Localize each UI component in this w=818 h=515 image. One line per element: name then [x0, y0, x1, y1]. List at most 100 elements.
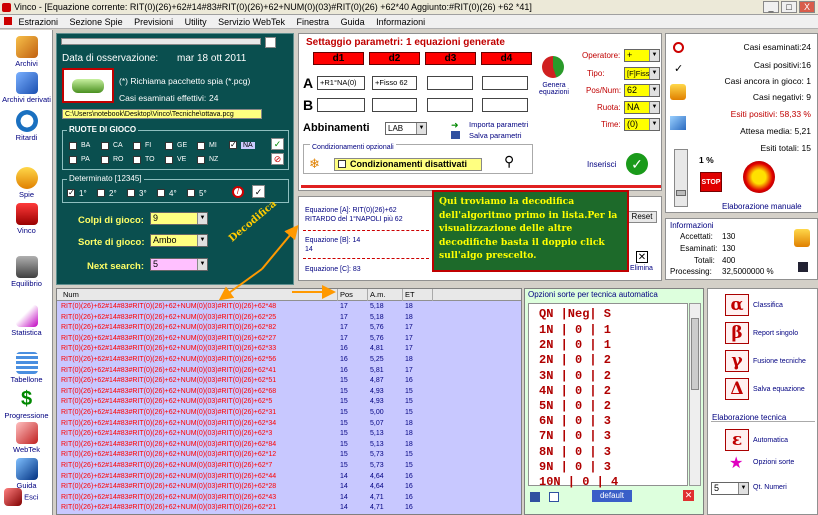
slider-thumb[interactable]: [676, 190, 686, 196]
checkbox-det-3[interactable]: [127, 189, 135, 197]
inserisci-button[interactable]: ✓: [626, 153, 648, 175]
sidebar-item-webtek[interactable]: WebTek: [0, 422, 53, 454]
sorte-row[interactable]: 2N | 0 | 1: [539, 338, 611, 352]
reset-button[interactable]: Reset: [627, 211, 657, 223]
stop-button[interactable]: STOP: [700, 172, 722, 192]
salva-link[interactable]: Salva parametri: [469, 131, 522, 140]
sorte-row[interactable]: 9N | 0 | 3: [539, 460, 611, 474]
menu-utility[interactable]: Utility: [185, 17, 207, 27]
ruota-select[interactable]: NA ▼: [624, 101, 660, 114]
sidebar-item-tabellone[interactable]: Tabellone: [0, 352, 53, 384]
sidebar-item-progressione[interactable]: $ Progressione: [0, 388, 53, 420]
save-icon[interactable]: [530, 492, 540, 502]
table-row[interactable]: RIT(0)(26)+62#14#83#RIT(0)(26)+62+NUM(0)…: [57, 387, 521, 398]
sorte-row[interactable]: 6N | 0 | 3: [539, 414, 611, 428]
table-row[interactable]: RIT(0)(26)+62#14#83#RIT(0)(26)+62+NUM(0)…: [57, 408, 521, 419]
stop-icon[interactable]: [673, 42, 684, 53]
col-am[interactable]: A.m.: [367, 289, 402, 301]
sorte-scrollbar[interactable]: [689, 303, 701, 486]
sorte-row[interactable]: 5N | 0 | 2: [539, 399, 611, 413]
table-row[interactable]: RIT(0)(26)+62#14#83#RIT(0)(26)+62+NUM(0)…: [57, 450, 521, 461]
b-d2-box[interactable]: [372, 98, 417, 112]
lab-select[interactable]: LAB ▼: [385, 122, 427, 135]
table-row[interactable]: RIT(0)(26)+62#14#83#RIT(0)(26)+62+NUM(0)…: [57, 323, 521, 334]
menu-sezione-spie[interactable]: Sezione Spie: [70, 17, 123, 27]
a-d3-box[interactable]: [427, 76, 473, 90]
search-icon[interactable]: ⚲: [504, 153, 514, 170]
epsilon-button[interactable]: ε: [725, 429, 749, 451]
table-row[interactable]: RIT(0)(26)+62#14#83#RIT(0)(26)+62+NUM(0)…: [57, 302, 521, 313]
tipo-select[interactable]: [F]Fisso ▼: [624, 67, 660, 80]
sidebar-item-statistica[interactable]: Statistica: [0, 305, 53, 337]
menu-finestra[interactable]: Finestra: [297, 17, 330, 27]
d2-header[interactable]: d2: [369, 52, 420, 65]
table-row[interactable]: RIT(0)(26)+62#14#83#RIT(0)(26)+62+NUM(0)…: [57, 313, 521, 324]
posnum-select[interactable]: 62 ▼: [624, 84, 660, 97]
sidebar-item-esci[interactable]: Esci: [0, 488, 53, 507]
checkbox-to[interactable]: [133, 156, 141, 164]
confirm-det-icon[interactable]: ✓: [252, 185, 265, 198]
checkbox-det-1[interactable]: ✓: [67, 189, 75, 197]
checkbox-mi[interactable]: [197, 142, 205, 150]
menu-previsioni[interactable]: Previsioni: [134, 17, 173, 27]
delta-button[interactable]: Δ: [725, 378, 749, 400]
checkbox-ba[interactable]: [69, 142, 77, 150]
sidebar-item-equilibrio[interactable]: Equilibrio: [0, 256, 53, 288]
default-button[interactable]: default: [592, 490, 632, 502]
a-d2-box[interactable]: +Fisso 62: [372, 76, 417, 90]
cond-checkbox[interactable]: [338, 160, 346, 168]
table-row[interactable]: RIT(0)(26)+62#14#83#RIT(0)(26)+62+NUM(0)…: [57, 376, 521, 387]
colpi-select[interactable]: 9 ▼: [150, 212, 208, 225]
d1-header[interactable]: d1: [313, 52, 364, 65]
table-row[interactable]: RIT(0)(26)+62#14#83#RIT(0)(26)+62+NUM(0)…: [57, 419, 521, 430]
time-select[interactable]: (0) ▼: [624, 118, 660, 131]
load-icon[interactable]: [549, 492, 559, 502]
qt-numeri-select[interactable]: 5 ▼: [711, 482, 749, 495]
sidebar-item-archivi-derivati[interactable]: Archivi derivati: [0, 72, 53, 104]
checkbox-det-5[interactable]: [187, 189, 195, 197]
table-row[interactable]: RIT(0)(26)+62#14#83#RIT(0)(26)+62+NUM(0)…: [57, 397, 521, 408]
progress-slider[interactable]: [674, 149, 688, 207]
table-row[interactable]: RIT(0)(26)+62#14#83#RIT(0)(26)+62+NUM(0)…: [57, 344, 521, 355]
checkbox-fi[interactable]: [133, 142, 141, 150]
sidebar-item-ritardi[interactable]: Ritardi: [0, 110, 53, 142]
close-button[interactable]: X: [799, 1, 815, 13]
sorte-row[interactable]: 10N | 0 | 4: [539, 475, 618, 489]
importa-link[interactable]: Importa parametri: [469, 120, 528, 129]
elimina-label[interactable]: Elimina: [630, 265, 653, 272]
maximize-button[interactable]: □: [781, 1, 797, 13]
table-row[interactable]: RIT(0)(26)+62#14#83#RIT(0)(26)+62+NUM(0)…: [57, 334, 521, 345]
snowflake-icon[interactable]: ❄: [309, 156, 320, 172]
gamma-button[interactable]: γ: [725, 350, 749, 372]
b-d3-box[interactable]: [427, 98, 473, 112]
operatore-select[interactable]: + ▼: [624, 49, 660, 62]
checkbox-ca[interactable]: [101, 142, 109, 150]
star-icon[interactable]: ★: [729, 453, 743, 473]
genera-button[interactable]: Genera equazioni: [533, 54, 575, 110]
minimize-button[interactable]: _: [763, 1, 779, 13]
checkbox-ge[interactable]: [165, 142, 173, 150]
beta-button[interactable]: β: [725, 322, 749, 344]
calendar-icon[interactable]: [265, 37, 276, 48]
checkbox-pa[interactable]: [69, 156, 77, 164]
checkbox-det-2[interactable]: [97, 189, 105, 197]
sorte-row[interactable]: 2N | 0 | 2: [539, 353, 611, 367]
save-icon[interactable]: [798, 262, 808, 272]
col-pos[interactable]: Pos: [337, 289, 367, 301]
table-row[interactable]: RIT(0)(26)+62#14#83#RIT(0)(26)+62+NUM(0)…: [57, 482, 521, 493]
close-icon[interactable]: ✕: [683, 490, 694, 501]
sidebar-item-vinco[interactable]: Vinco: [0, 203, 53, 235]
col-num[interactable]: Num: [63, 289, 79, 301]
sorte-row[interactable]: 4N | 0 | 2: [539, 384, 611, 398]
a-d4-box[interactable]: [482, 76, 528, 90]
checkbox-nz[interactable]: [197, 156, 205, 164]
sidebar-item-guida[interactable]: Guida: [0, 458, 53, 490]
table-row[interactable]: RIT(0)(26)+62#14#83#RIT(0)(26)+62+NUM(0)…: [57, 429, 521, 440]
clear-det-icon[interactable]: /: [232, 186, 244, 198]
manual-elab-button[interactable]: [743, 161, 775, 193]
menu-informazioni[interactable]: Informazioni: [376, 17, 425, 27]
col-et[interactable]: ET: [402, 289, 432, 301]
sorte-row[interactable]: 3N | 0 | 2: [539, 369, 611, 383]
a-d1-box[interactable]: +R1°NA(0): [317, 76, 365, 90]
sorte-row[interactable]: 7N | 0 | 3: [539, 429, 611, 443]
